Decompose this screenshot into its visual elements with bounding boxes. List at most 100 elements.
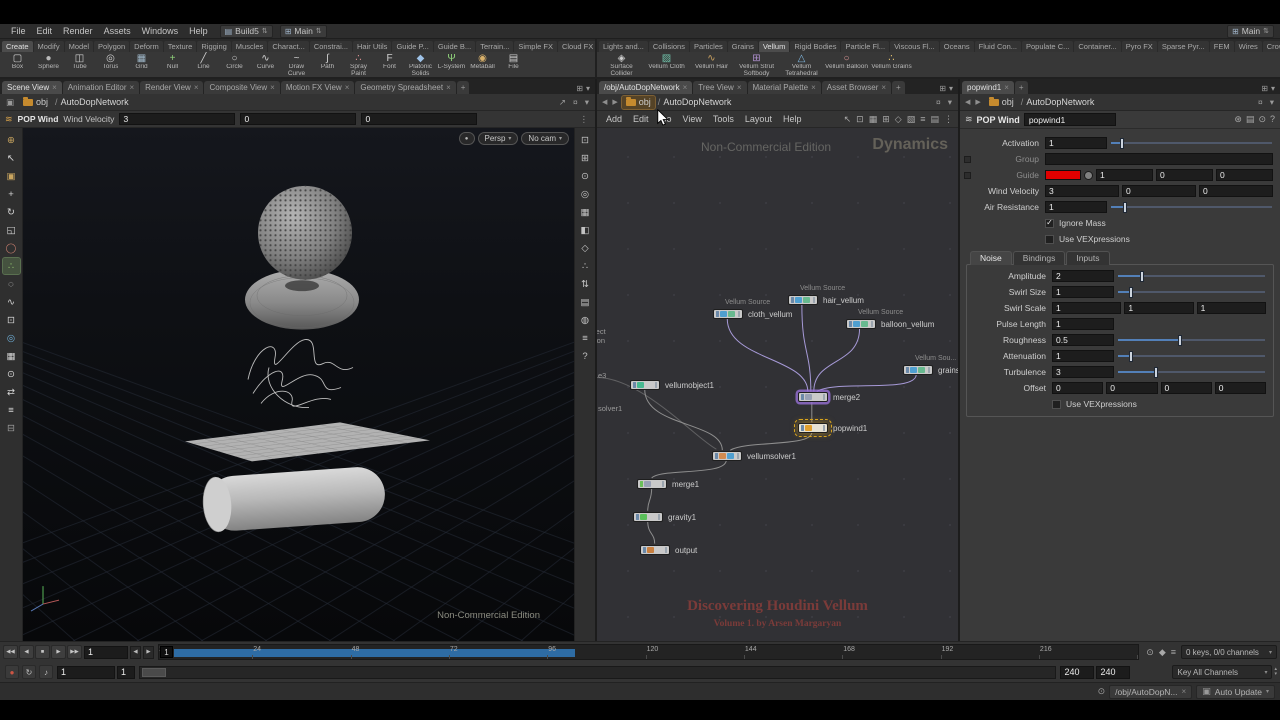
wireframe-icon[interactable]: ◇ — [577, 240, 594, 256]
play-button[interactable]: ▶ — [51, 645, 66, 659]
timeline-ruler[interactable]: 1 24 48 72 96 120 144 168 192 216 240 1 — [158, 644, 1140, 660]
param-slider-swirl-size[interactable] — [1118, 286, 1265, 299]
stop-button[interactable]: ■ — [35, 645, 50, 659]
node-grains-vellum[interactable]: Vellum Sou... grains_vellum — [903, 355, 958, 375]
desktop-selector[interactable]: ⊞ Main ⇅ — [279, 24, 327, 38]
chevron-down-icon[interactable]: ▾ — [1268, 97, 1276, 108]
mirror-tool-icon[interactable]: ⇄ — [3, 384, 20, 400]
update-mode-dropdown[interactable]: ▣ Auto Update ▾ — [1196, 684, 1275, 699]
toolbar-menu-icon[interactable]: ⋮ — [578, 114, 591, 125]
shelf-tool-surface-collider[interactable]: ◈ Surface Collider — [599, 53, 644, 77]
new-pane-tab-button[interactable]: + — [456, 81, 470, 94]
shelf-tab-fluid-con[interactable]: Fluid Con... — [974, 41, 1021, 52]
shelf-tab-lights-and[interactable]: Lights and... — [599, 41, 648, 52]
node-cloth-vellum[interactable]: Vellum Source cloth_vellum — [713, 299, 792, 319]
pane-tab-render-view[interactable]: Render View × — [140, 81, 204, 94]
info-tool-icon[interactable]: ⊟ — [3, 420, 20, 436]
net-menu-go[interactable]: Go — [655, 114, 677, 124]
pane-tab-motion-fx-view[interactable]: Motion FX View × — [280, 81, 355, 94]
net-menu-add[interactable]: Add — [601, 114, 627, 124]
frame-view-icon[interactable]: ◎ — [577, 186, 594, 202]
wind-velocity-x-field[interactable]: 3 — [119, 113, 236, 125]
net-menu-help[interactable]: Help — [778, 114, 807, 124]
template-tool-icon[interactable]: ▦ — [3, 348, 20, 364]
slider-handle[interactable] — [1120, 137, 1125, 149]
pane-tab-material-palette[interactable]: Material Palette × — [747, 81, 821, 94]
lighting-icon[interactable]: ◍ — [577, 312, 594, 328]
grains-tool-icon[interactable]: ∴ — [1, 257, 21, 275]
spin-down-icon[interactable]: ▾ — [1274, 672, 1277, 677]
desktop-selector-right[interactable]: ⊞ Main ⇅ — [1226, 24, 1274, 38]
param-slider-turbulence[interactable] — [1118, 366, 1265, 379]
shelf-tab-fem[interactable]: FEM — [1209, 41, 1234, 52]
chevron-down-icon[interactable]: ▾ — [583, 97, 591, 108]
shelf-tool-metaball[interactable]: ◉ Metaball — [467, 53, 498, 71]
layout-single-icon[interactable]: ⊡ — [577, 132, 594, 148]
checkbox-ignore-mass[interactable]: ✓ — [1045, 218, 1054, 228]
menu-windows[interactable]: Windows — [137, 26, 184, 36]
lasso-tool-icon[interactable]: ◌ — [3, 276, 20, 292]
slider-handle[interactable] — [1129, 350, 1134, 362]
close-icon[interactable]: × — [270, 81, 275, 94]
shelf-tool-vellum-grains[interactable]: ∴ Vellum Grains — [869, 53, 914, 71]
background-image-icon[interactable]: ▤ — [577, 294, 594, 310]
shelf-tab-model[interactable]: Model — [64, 41, 94, 52]
shelf-tool-vellum-hair[interactable]: ∿ Vellum Hair — [689, 53, 734, 71]
pane-tab-composite-view[interactable]: Composite View × — [204, 81, 280, 94]
path-current-network[interactable]: AutoDopNetwork — [663, 97, 731, 107]
params-tab-popwind1[interactable]: popwind1 × — [962, 81, 1014, 94]
paint-tool-icon[interactable]: ∿ — [3, 294, 20, 310]
param-slider-roughness[interactable] — [1118, 334, 1265, 347]
spinner-arrows[interactable]: ▴ ▾ — [1274, 667, 1277, 677]
shelf-tool-curve[interactable]: ∿ Curve — [250, 53, 281, 71]
back-icon[interactable]: ◀ — [964, 98, 971, 106]
node-merge1[interactable]: merge1 — [637, 479, 699, 489]
menu-render[interactable]: Render — [58, 26, 98, 36]
playbar-menu-icon[interactable]: ≡ — [1170, 647, 1177, 658]
presets-icon[interactable]: ▤ — [1246, 114, 1255, 125]
param-field[interactable]: 3 — [1052, 366, 1114, 378]
shelf-tab-rigging[interactable]: Rigging — [197, 41, 231, 52]
display-options-icon[interactable]: ≡ — [577, 330, 594, 346]
shelf-tab-hair-utils[interactable]: Hair Utils — [353, 41, 392, 52]
pane-menu-icon[interactable]: ▾ — [586, 84, 590, 93]
shelf-tool-file[interactable]: ▤ File — [498, 53, 529, 71]
rotate-tool-icon[interactable]: ↻ — [3, 204, 20, 220]
shelf-tool-box[interactable]: ▢ Box — [2, 53, 33, 71]
param-field[interactable]: 1 — [1052, 318, 1114, 330]
param-tab-bindings[interactable]: Bindings — [1012, 251, 1066, 265]
param-toggle[interactable] — [964, 155, 971, 163]
prev-frame-button[interactable]: ◀ — [130, 645, 141, 659]
param-field[interactable]: 1 — [1096, 169, 1153, 181]
param-field[interactable]: 0 — [1216, 169, 1273, 181]
close-icon[interactable]: × — [446, 81, 451, 94]
visibility-tool-icon[interactable]: ◎ — [3, 330, 20, 346]
set-key-icon[interactable]: ● — [5, 665, 19, 679]
pane-split-icon[interactable]: ⊞ — [576, 84, 583, 93]
param-slider-activation[interactable] — [1111, 137, 1272, 150]
slider-handle[interactable] — [1129, 286, 1134, 298]
net-menu-tools[interactable]: Tools — [708, 114, 739, 124]
shelf-tool-vellum-tetrahedral[interactable]: △ Vellum Tetrahedral — [779, 53, 824, 77]
slider-handle[interactable] — [1139, 270, 1144, 282]
shelf-tab-constrai[interactable]: Constrai... — [309, 41, 353, 52]
net-minimap-icon[interactable]: ▤ — [929, 114, 940, 125]
select-mode-icon[interactable]: ▣ — [3, 168, 20, 184]
loop-mode-icon[interactable]: ↻ — [22, 665, 36, 679]
shelf-tab-deform[interactable]: Deform — [130, 41, 163, 52]
shelf-tab-guide-b[interactable]: Guide B... — [433, 41, 476, 52]
param-field[interactable]: 0 — [1214, 382, 1266, 394]
net-colors-icon[interactable]: ▧ — [906, 114, 917, 125]
slider-handle[interactable] — [1154, 366, 1159, 378]
shelf-tab-terrain[interactable]: Terrain... — [476, 41, 514, 52]
anim-options-icon[interactable]: ⊙ — [1145, 647, 1155, 658]
param-field[interactable]: 0 — [1160, 382, 1212, 394]
close-icon[interactable]: × — [194, 81, 199, 94]
range-start-field[interactable]: 1 — [57, 665, 115, 679]
gear-icon[interactable]: ⊛ — [1234, 114, 1242, 125]
next-frame-button[interactable]: ▶ — [143, 645, 154, 659]
shelf-tab-create[interactable]: Create — [2, 41, 33, 52]
net-select-icon[interactable]: ↖ — [843, 114, 853, 125]
translate-tool-icon[interactable]: + — [3, 186, 20, 202]
back-icon[interactable]: ◀ — [601, 98, 608, 106]
